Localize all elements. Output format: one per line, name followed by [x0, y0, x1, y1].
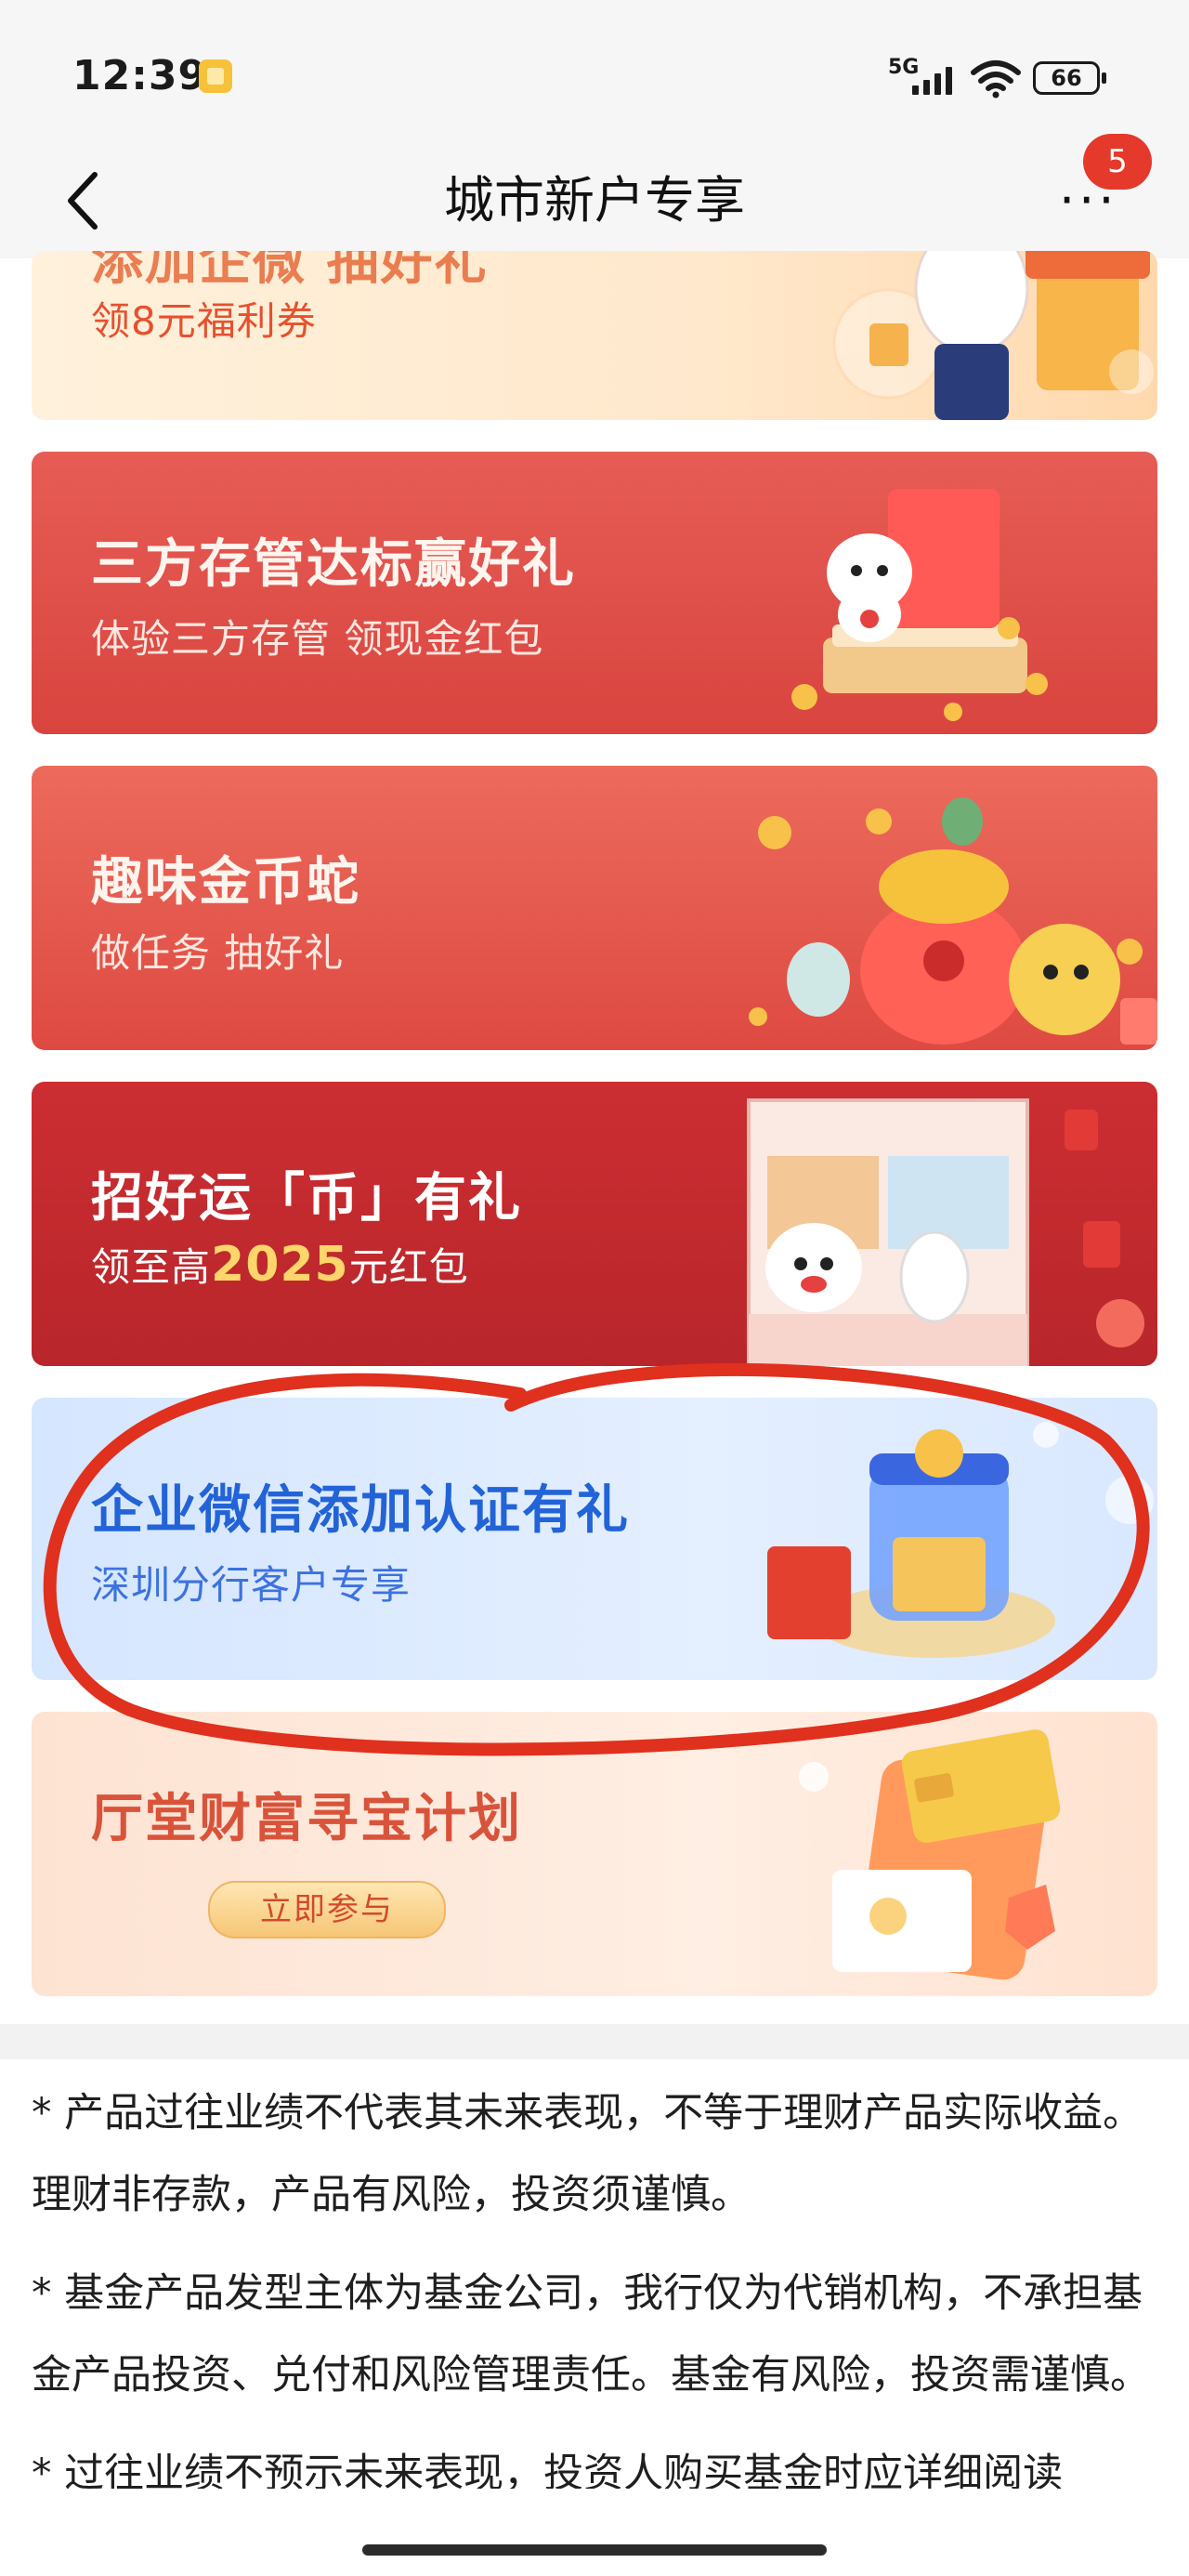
banner-subtitle: 深圳分行客户专享: [91, 1562, 412, 1608]
disclaimer-text: * 产品过往业绩不代表其未来表现，不等于理财产品实际收益。理财非存款，产品有风险…: [32, 2090, 1143, 2218]
risk-disclaimer: * 产品过往业绩不代表其未来表现，不等于理财产品实际收益。理财非存款，产品有风险…: [32, 2072, 1157, 2505]
coin-jar-illustration: [767, 1422, 1154, 1658]
disclaimer-text: * 基金产品发型主体为基金公司，我行仅为代销机构，不承担基金产品投资、兑付和风险…: [32, 2270, 1150, 2399]
notification-badge: 5: [1083, 134, 1152, 190]
coin-snake-illustration: [749, 797, 1157, 1045]
banner-wealth-hunt[interactable]: 厅堂财富寻宝计划 立即参与: [32, 1712, 1157, 1996]
banner-title: 招好运「币」有礼: [91, 1168, 522, 1229]
banner-title: 添加企微 抽好礼: [91, 251, 489, 292]
banner-gold-coin-snake[interactable]: 趣味金币蛇 做任务 抽好礼: [32, 766, 1157, 1050]
battery-indicator: 66: [1033, 61, 1106, 95]
signal-icon: [912, 65, 952, 95]
disclaimer-text: * 过往业绩不预示未来表现，投资人购买基金时应详细阅读: [32, 2451, 1064, 2489]
banner-subtitle: 领至高2025元红包: [91, 1237, 469, 1293]
wifi-icon: [971, 60, 1021, 99]
shop-mascot-illustration: [747, 1098, 1144, 1366]
page-title: 城市新户专享: [444, 171, 745, 230]
banner-title: 三方存管达标赢好礼: [91, 534, 576, 595]
phone-card-illustration: [799, 1729, 1061, 1980]
banner-title: 企业微信添加认证有礼: [91, 1480, 630, 1541]
banner-wecom-auth[interactable]: 企业微信添加认证有礼 深圳分行客户专享: [32, 1398, 1157, 1680]
banner-lucky-coin[interactable]: 招好运「币」有礼 领至高2025元红包: [32, 1082, 1157, 1366]
banner-subtitle: 做任务 抽好礼: [91, 930, 345, 976]
banner-add-wecom[interactable]: 添加企微 抽好礼 领8元福利券: [32, 251, 1157, 420]
banner-subtitle: 体验三方存管 领现金红包: [91, 616, 544, 662]
status-time: 12:39: [72, 52, 208, 99]
home-indicator[interactable]: [362, 2544, 827, 2556]
highlight-amount: 2025: [211, 1237, 349, 1293]
join-now-button[interactable]: 立即参与: [208, 1881, 446, 1939]
section-divider: [0, 2024, 1189, 2059]
banner-third-party-custody[interactable]: 三方存管达标赢好礼 体验三方存管 领现金红包: [32, 452, 1157, 734]
banner-title: 趣味金币蛇: [91, 852, 360, 913]
banner-subtitle: 领8元福利券: [91, 298, 317, 344]
cat-book-illustration: [791, 489, 1048, 721]
banner-title: 厅堂财富寻宝计划: [91, 1789, 522, 1849]
mascot-gift-illustration: [832, 251, 1154, 420]
notification-app-icon: [199, 59, 232, 93]
